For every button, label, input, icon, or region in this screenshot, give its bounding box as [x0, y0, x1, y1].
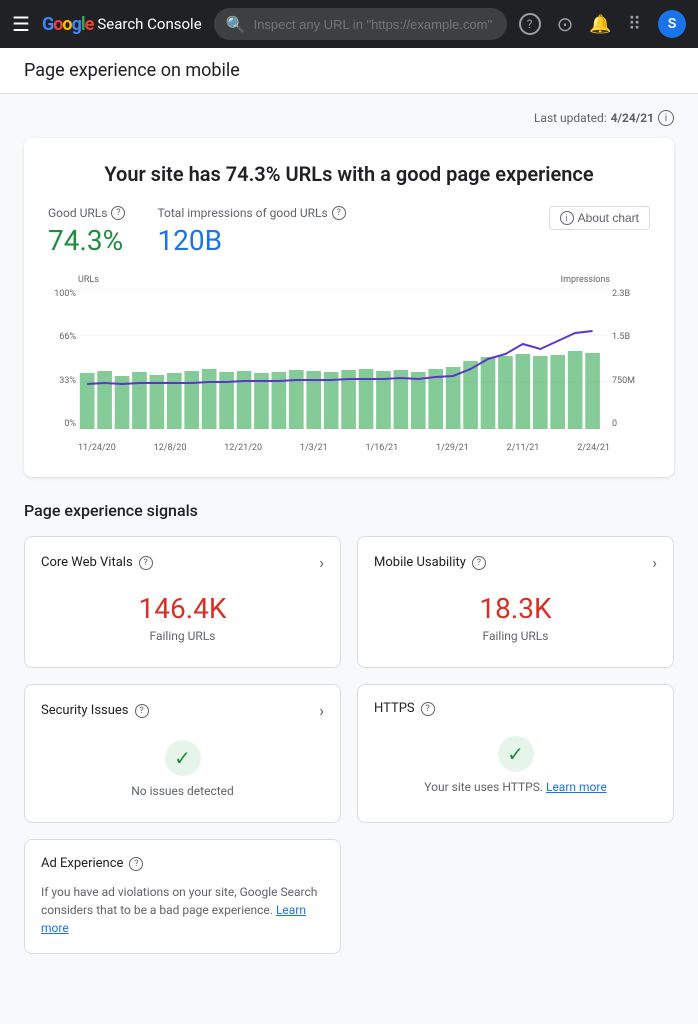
mobile-usability-chevron-icon[interactable]: › — [652, 553, 657, 572]
main-content: Last updated: 4/24/21 i Your site has 74… — [0, 94, 698, 994]
y-right-label-3: 0 — [612, 419, 617, 429]
y-left-label-0: 100% — [54, 289, 76, 299]
signal-card-https: HTTPS ? ✓ Your site uses HTTPS. Learn mo… — [357, 684, 674, 823]
y-left-label-1: 66% — [59, 332, 76, 342]
nav-actions: ? ⊙ 🔔 ⠿ S — [519, 10, 686, 38]
search-input[interactable] — [254, 17, 495, 32]
x-axis-labels: 11/24/20 12/8/20 12/21/20 1/3/21 1/16/21… — [78, 443, 610, 453]
last-updated-label: Last updated: — [534, 111, 607, 125]
security-ok-text: No issues detected — [131, 784, 234, 798]
chart-area: URLs Impressions — [78, 289, 610, 429]
core-web-vitals-value: 146.4K — [139, 592, 227, 625]
good-urls-metric: Good URLs ? 74.3% — [48, 206, 125, 257]
y-right-label-2: 750M — [612, 376, 635, 386]
y-axis-impressions-label: Impressions — [561, 275, 610, 285]
y-axis-right-labels: 2.3B 1.5B 750M 0 — [612, 289, 650, 429]
top-navigation: ☰ Google Search Console 🔍 ? ⊙ 🔔 ⠿ S — [0, 0, 698, 48]
signals-section: Page experience signals Core Web Vitals … — [24, 501, 674, 954]
page-header: Page experience on mobile — [0, 48, 698, 94]
chart-container: 100% 66% 33% 0% 2.3B 1.5B 750M 0 URLs Im… — [48, 273, 650, 453]
impressions-value: 120B — [157, 224, 345, 257]
ad-experience-body: If you have ad violations on your site, … — [41, 883, 324, 937]
good-urls-value: 74.3% — [48, 224, 125, 257]
logo: Google Search Console — [42, 14, 202, 35]
last-updated-date: 4/24/21 — [611, 111, 654, 125]
notifications-icon[interactable]: 🔔 — [589, 14, 611, 35]
app-brand-label: Search Console — [97, 15, 201, 33]
y-axis-urls-label: URLs — [78, 275, 99, 285]
hero-title: Your site has 74.3% URLs with a good pag… — [48, 162, 650, 186]
account-circle-icon[interactable]: ⊙ — [557, 12, 574, 36]
https-header: HTTPS ? — [374, 701, 657, 716]
signal-card-core-web-vitals: Core Web Vitals ? › 146.4K Failing URLs — [24, 536, 341, 668]
help-icon[interactable]: ? — [519, 13, 541, 35]
mobile-usability-metric-label: Failing URLs — [483, 629, 549, 643]
security-issues-header: Security Issues ? › — [41, 701, 324, 720]
apps-icon[interactable]: ⠿ — [628, 14, 642, 35]
security-check-icon: ✓ — [174, 746, 191, 770]
impressions-help-icon[interactable]: ? — [332, 206, 346, 220]
core-web-vitals-title: Core Web Vitals ? — [41, 555, 153, 570]
metrics-row: Good URLs ? 74.3% Total impressions of g… — [48, 206, 650, 257]
mobile-usability-value: 18.3K — [479, 592, 551, 625]
about-chart-button[interactable]: i About chart — [549, 206, 650, 230]
core-web-vitals-header: Core Web Vitals ? › — [41, 553, 324, 572]
signals-grid: Core Web Vitals ? › 146.4K Failing URLs … — [24, 536, 674, 954]
ad-experience-help-icon[interactable]: ? — [129, 857, 143, 871]
core-web-vitals-body: 146.4K Failing URLs — [41, 584, 324, 651]
last-updated-bar: Last updated: 4/24/21 i — [24, 110, 674, 126]
impressions-metric: Total impressions of good URLs ? 120B — [157, 206, 345, 257]
signal-card-security-issues: Security Issues ? › ✓ No issues detected — [24, 684, 341, 823]
https-help-icon[interactable]: ? — [421, 702, 435, 716]
mobile-usability-body: 18.3K Failing URLs — [374, 584, 657, 651]
https-title: HTTPS ? — [374, 701, 435, 716]
security-issues-title: Security Issues ? — [41, 703, 149, 718]
menu-icon[interactable]: ☰ — [12, 12, 30, 36]
y-axis-left-labels: 100% 66% 33% 0% — [48, 289, 76, 429]
x-label-3: 1/3/21 — [300, 443, 328, 453]
good-urls-label: Good URLs ? — [48, 206, 125, 220]
https-body: ✓ Your site uses HTTPS. Learn more — [374, 728, 657, 802]
x-label-0: 11/24/20 — [78, 443, 116, 453]
ad-experience-header: Ad Experience ? — [41, 856, 324, 871]
x-label-1: 12/8/20 — [154, 443, 187, 453]
mobile-usability-header: Mobile Usability ? › — [374, 553, 657, 572]
x-label-5: 1/29/21 — [436, 443, 469, 453]
https-check-icon: ✓ — [507, 742, 524, 766]
url-search-bar[interactable]: 🔍 — [214, 8, 507, 40]
signal-card-mobile-usability: Mobile Usability ? › 18.3K Failing URLs — [357, 536, 674, 668]
ad-experience-title: Ad Experience ? — [41, 856, 143, 871]
security-issues-help-icon[interactable]: ? — [135, 704, 149, 718]
chart-svg — [78, 289, 610, 429]
x-label-7: 2/24/21 — [577, 443, 610, 453]
signal-card-ad-experience: Ad Experience ? If you have ad violation… — [24, 839, 341, 954]
core-web-vitals-metric-label: Failing URLs — [150, 629, 216, 643]
y-right-label-0: 2.3B — [612, 289, 630, 299]
core-web-vitals-help-icon[interactable]: ? — [139, 556, 153, 570]
y-left-label-2: 33% — [59, 376, 76, 386]
https-ok-text: Your site uses HTTPS. Learn more — [424, 780, 606, 794]
security-issues-body: ✓ No issues detected — [41, 732, 324, 806]
security-issues-chevron-icon[interactable]: › — [319, 701, 324, 720]
x-label-2: 12/21/20 — [224, 443, 262, 453]
x-label-4: 1/16/21 — [365, 443, 398, 453]
core-web-vitals-chevron-icon[interactable]: › — [319, 553, 324, 572]
https-ok-circle: ✓ — [498, 736, 534, 772]
page-title: Page experience on mobile — [24, 60, 674, 81]
mobile-usability-help-icon[interactable]: ? — [472, 556, 486, 570]
mobile-usability-title: Mobile Usability ? — [374, 555, 486, 570]
user-avatar[interactable]: S — [658, 10, 686, 38]
https-learn-more-link[interactable]: Learn more — [546, 780, 607, 794]
info-icon: i — [560, 211, 574, 225]
hero-section: Your site has 74.3% URLs with a good pag… — [24, 138, 674, 477]
last-updated-info-icon[interactable]: i — [658, 110, 674, 126]
signals-title: Page experience signals — [24, 501, 674, 520]
good-urls-help-icon[interactable]: ? — [111, 206, 125, 220]
impressions-label: Total impressions of good URLs ? — [157, 206, 345, 220]
security-ok-circle: ✓ — [165, 740, 201, 776]
search-icon: 🔍 — [226, 15, 246, 34]
x-label-6: 2/11/21 — [507, 443, 540, 453]
y-left-label-3: 0% — [64, 419, 76, 429]
y-right-label-1: 1.5B — [612, 332, 630, 342]
